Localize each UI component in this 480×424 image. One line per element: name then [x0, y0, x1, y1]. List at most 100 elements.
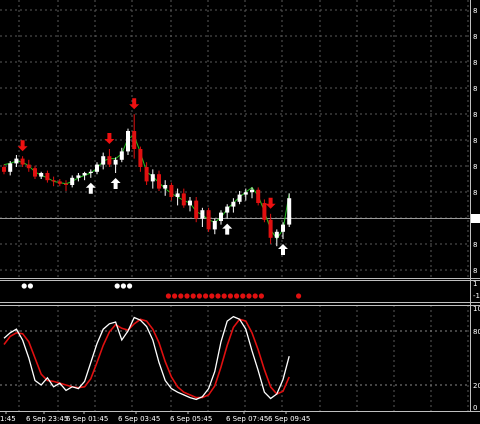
time-axis-label: 6 Sep 07:45 — [226, 415, 268, 423]
signal-dot-red — [203, 293, 209, 299]
candle-body — [20, 158, 25, 165]
candle-body — [33, 168, 37, 177]
candle-body — [119, 151, 124, 160]
candle-body — [169, 185, 174, 197]
candle-body — [113, 159, 118, 165]
signal-dot-white — [114, 283, 120, 289]
candle-body — [243, 192, 248, 195]
candle-body — [175, 193, 180, 197]
price-axis-label: 8 — [473, 85, 477, 93]
sell-arrow-icon — [129, 98, 140, 110]
signal-dot-red — [221, 293, 227, 299]
candle-body — [200, 210, 205, 219]
current-price-label: 8 — [473, 215, 477, 223]
candle-body — [262, 203, 267, 220]
candle-body — [88, 171, 93, 173]
stochastic-axis-label: 100 — [473, 305, 480, 313]
candle-body — [132, 131, 137, 149]
buy-arrow-icon — [278, 244, 288, 255]
candle-body — [57, 181, 62, 184]
candles — [2, 114, 292, 247]
stochastic-main-line — [3, 315, 290, 401]
stochastic-lines — [0, 315, 470, 401]
signal-dot-red — [165, 293, 171, 299]
signal-dot-red — [240, 293, 246, 299]
candle-body — [51, 180, 56, 182]
candle-body — [163, 185, 168, 189]
candle-body — [107, 156, 112, 165]
stochastic-axis-label: 20 — [473, 382, 480, 390]
signal-dots — [21, 283, 302, 299]
axis-labels: 8888888888881-1100802001:456 Sep 23:456 … — [0, 7, 480, 423]
candle-body — [70, 177, 75, 185]
candle-body — [219, 212, 223, 221]
candle-body — [39, 173, 44, 177]
price-axis-label: 8 — [473, 267, 477, 275]
candle-body — [2, 167, 6, 172]
candle-body — [206, 210, 211, 230]
signal-dot-white — [120, 283, 126, 289]
signal-dot-white — [127, 283, 133, 289]
candle-body — [188, 200, 192, 206]
signal-dot-red — [178, 293, 184, 299]
signal-dot-red — [172, 293, 178, 299]
candle-body — [144, 167, 149, 182]
signal-dot-red — [184, 293, 190, 299]
candle-body — [181, 193, 186, 206]
candle-body — [250, 189, 254, 193]
candle-body — [14, 158, 19, 164]
candle-body — [231, 201, 236, 207]
sell-arrow-icon — [265, 197, 276, 209]
time-axis-label: 6 Sep 03:45 — [118, 415, 160, 423]
price-axis-label: 8 — [473, 7, 477, 15]
signal-dot-red — [196, 293, 202, 299]
candle-body — [281, 224, 285, 232]
candle-body — [45, 173, 50, 181]
signal-dot-red — [246, 293, 252, 299]
price-axis-label: 8 — [473, 163, 477, 171]
price-axis-label: 8 — [473, 137, 477, 145]
signal-dot-red — [296, 293, 302, 299]
dots-axis-label: -1 — [473, 292, 480, 300]
time-axis-label: 6 Sep 01:45 — [66, 415, 108, 423]
buy-arrow-icon — [222, 223, 233, 235]
time-axis-label: 6 Sep 09:45 — [268, 415, 310, 423]
candle-body — [95, 164, 99, 172]
signal-dot-red — [190, 293, 196, 299]
buy-arrow-icon — [85, 182, 96, 194]
candle-body — [82, 173, 87, 176]
candle-body — [64, 183, 68, 185]
price-axis-label: 8 — [473, 59, 477, 67]
candle-body — [225, 206, 230, 213]
candle-body — [268, 219, 273, 238]
ma-line — [3, 135, 290, 240]
price-axis-label: 8 — [473, 241, 477, 249]
candle-body — [126, 131, 130, 152]
candle-body — [274, 231, 279, 238]
signal-dot-white — [27, 283, 33, 289]
candle-body — [138, 149, 143, 167]
time-axis-label: 6 Sep 23:45 — [26, 415, 68, 423]
ma-line — [3, 135, 290, 240]
signal-dot-red — [234, 293, 240, 299]
time-axis-label: 1:45 — [0, 415, 16, 423]
signal-dot-red — [252, 293, 258, 299]
trading-chart-window: 8888888888881-1100802001:456 Sep 23:456 … — [0, 0, 480, 424]
candle-body — [212, 221, 217, 230]
dots-axis-label: 1 — [473, 280, 477, 288]
sell-arrow-icon — [104, 133, 115, 144]
chart-canvas[interactable]: 8888888888881-1100802001:456 Sep 23:456 … — [0, 0, 480, 424]
signal-dot-red — [227, 293, 233, 299]
signal-dot-red — [209, 293, 215, 299]
time-axis-label: 6 Sep 05:45 — [170, 415, 212, 423]
signal-dot-white — [21, 283, 27, 289]
candle-body — [237, 194, 242, 202]
candle-body — [26, 164, 31, 169]
signal-dot-red — [215, 293, 221, 299]
candle-body — [194, 200, 199, 219]
price-axis-label: 8 — [473, 189, 477, 197]
buy-arrow-icon — [110, 178, 121, 189]
candle-body — [101, 156, 106, 165]
price-axis-label: 8 — [473, 111, 477, 119]
candle-body — [8, 163, 13, 172]
